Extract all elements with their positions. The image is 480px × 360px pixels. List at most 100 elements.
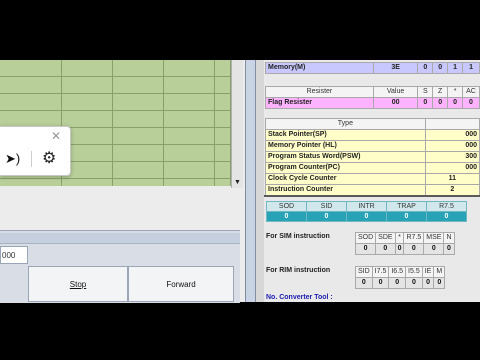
register-label: Memory Pointer (HL) (265, 140, 426, 152)
rim-table: SID I7.5 I6.5 I5.5 IE M 0 0 0 0 0 0 (355, 266, 446, 289)
register-label: Program Counter(PC) (265, 162, 426, 174)
register-row[interactable]: Stack Pointer(SP) 000 (265, 129, 480, 141)
grid-cell[interactable] (215, 94, 231, 111)
column-header: * (447, 86, 463, 98)
flag-row[interactable]: Flag Resister 00 0 0 0 0 (265, 97, 480, 109)
rim-label: For RIM instruction (266, 267, 331, 274)
grid-cell[interactable] (113, 77, 164, 94)
sim-header: SOD (354, 232, 377, 244)
memory-table: Memory(M) 3E 0 0 1 1 (265, 62, 480, 74)
rim-value: 0 (371, 277, 390, 289)
grid-cell[interactable] (215, 179, 231, 186)
grid-cell[interactable] (164, 145, 215, 162)
rim-value-row[interactable]: 0 0 0 0 0 0 (355, 277, 446, 289)
grid-cell[interactable] (164, 60, 215, 77)
grid-cell[interactable] (164, 111, 215, 128)
sim-value-row[interactable]: 0 0 0 0 0 0 (354, 243, 455, 255)
control-panel-titlebar (0, 233, 240, 244)
sim-value: 0 (423, 243, 445, 255)
interrupt-header: SID (306, 201, 347, 212)
memory-row[interactable]: Memory(M) 3E 0 0 1 1 (265, 62, 480, 74)
flag-bit: 0 (462, 97, 480, 109)
column-header: Z (432, 86, 449, 98)
grid-cell[interactable] (0, 179, 62, 186)
flag-label: Flag Resister (265, 97, 374, 109)
grid-cell[interactable] (0, 60, 62, 77)
close-icon[interactable]: ✕ (51, 129, 61, 143)
address-field[interactable]: 000 (0, 246, 28, 264)
grid-cell[interactable] (113, 179, 164, 186)
sim-value: 0 (394, 243, 405, 255)
memory-value: 3E (372, 62, 419, 74)
gear-icon[interactable]: ⚙ (42, 148, 56, 168)
grid-cell[interactable] (164, 94, 215, 111)
interrupt-value-row[interactable]: 0 0 0 0 0 (266, 211, 467, 222)
interrupt-header: R7.5 (426, 201, 467, 212)
interrupt-value: 0 (266, 211, 307, 222)
interrupt-value: 0 (386, 211, 427, 222)
grid-cell[interactable] (164, 179, 215, 186)
register-row[interactable]: Program Status Word(PSW) 300 (265, 151, 480, 163)
sim-header: SDE (375, 232, 396, 244)
rim-value: 0 (433, 277, 446, 289)
register-label: Stack Pointer(SP) (265, 129, 426, 141)
converter-tool-label[interactable]: No. Converter Tool : (266, 294, 333, 301)
grid-cell[interactable] (113, 94, 164, 111)
stop-button[interactable]: Stop (28, 266, 128, 302)
register-value: 300 (424, 151, 480, 163)
register-value: 2 (424, 184, 480, 196)
grid-scrollbar[interactable]: ▼ (231, 60, 243, 188)
grid-cell[interactable] (215, 111, 231, 128)
grid-cell[interactable] (62, 179, 113, 186)
interrupt-table: SOD SID INTR TRAP R7.5 0 0 0 0 0 (266, 201, 467, 222)
grid-cell[interactable] (0, 94, 62, 111)
grid-cell[interactable] (113, 128, 164, 145)
register-header-row: Type (265, 118, 480, 130)
flag-header-row: Resister Value S Z * AC (265, 86, 480, 98)
cursor-sound-icon[interactable]: ➤) (5, 151, 20, 167)
grid-cell[interactable] (164, 128, 215, 145)
register-value: 000 (424, 162, 480, 174)
grid-cell[interactable] (62, 77, 113, 94)
rim-header: M (433, 266, 446, 278)
section-divider (264, 195, 480, 197)
grid-cell[interactable] (113, 60, 164, 77)
register-label: Instruction Counter (265, 184, 426, 196)
flag-bit: 0 (432, 97, 449, 109)
sim-header: * (394, 232, 405, 244)
scroll-down-icon[interactable]: ▼ (233, 179, 242, 187)
grid-cell[interactable] (62, 111, 113, 128)
grid-cell[interactable] (215, 60, 231, 77)
grid-cell[interactable] (113, 111, 164, 128)
grid-cell[interactable] (62, 94, 113, 111)
popup-divider (31, 151, 32, 167)
grid-cell[interactable] (215, 128, 231, 145)
grid-cell[interactable] (215, 77, 231, 94)
sim-header: R7.5 (403, 232, 425, 244)
grid-cell[interactable] (0, 77, 62, 94)
memory-bit: 1 (462, 62, 480, 74)
interrupt-value: 0 (306, 211, 347, 222)
grid-cell[interactable] (113, 145, 164, 162)
column-header: S (417, 86, 434, 98)
memory-bit: 1 (447, 62, 464, 74)
grid-cell[interactable] (113, 162, 164, 179)
register-row[interactable]: Program Counter(PC) 000 (265, 162, 480, 174)
register-row[interactable]: Instruction Counter 2 (265, 184, 480, 196)
grid-cell[interactable] (164, 162, 215, 179)
grid-cell[interactable] (215, 162, 231, 179)
sim-header: N (443, 232, 455, 244)
grid-cell[interactable] (215, 145, 231, 162)
forward-button[interactable]: Forward (128, 266, 234, 302)
register-panel-scrollbar[interactable] (256, 60, 264, 302)
register-row[interactable]: Memory Pointer (HL) 000 (265, 140, 480, 152)
grid-cell[interactable] (62, 60, 113, 77)
sim-value: 0 (403, 243, 425, 255)
pane-splitter[interactable] (245, 60, 256, 302)
register-value: 000 (424, 140, 480, 152)
grid-cell[interactable] (164, 77, 215, 94)
register-row[interactable]: Clock Cycle Counter 11 (265, 173, 480, 185)
column-header: Value (372, 86, 419, 98)
interrupt-value: 0 (426, 211, 467, 222)
sim-header: MSE (423, 232, 445, 244)
